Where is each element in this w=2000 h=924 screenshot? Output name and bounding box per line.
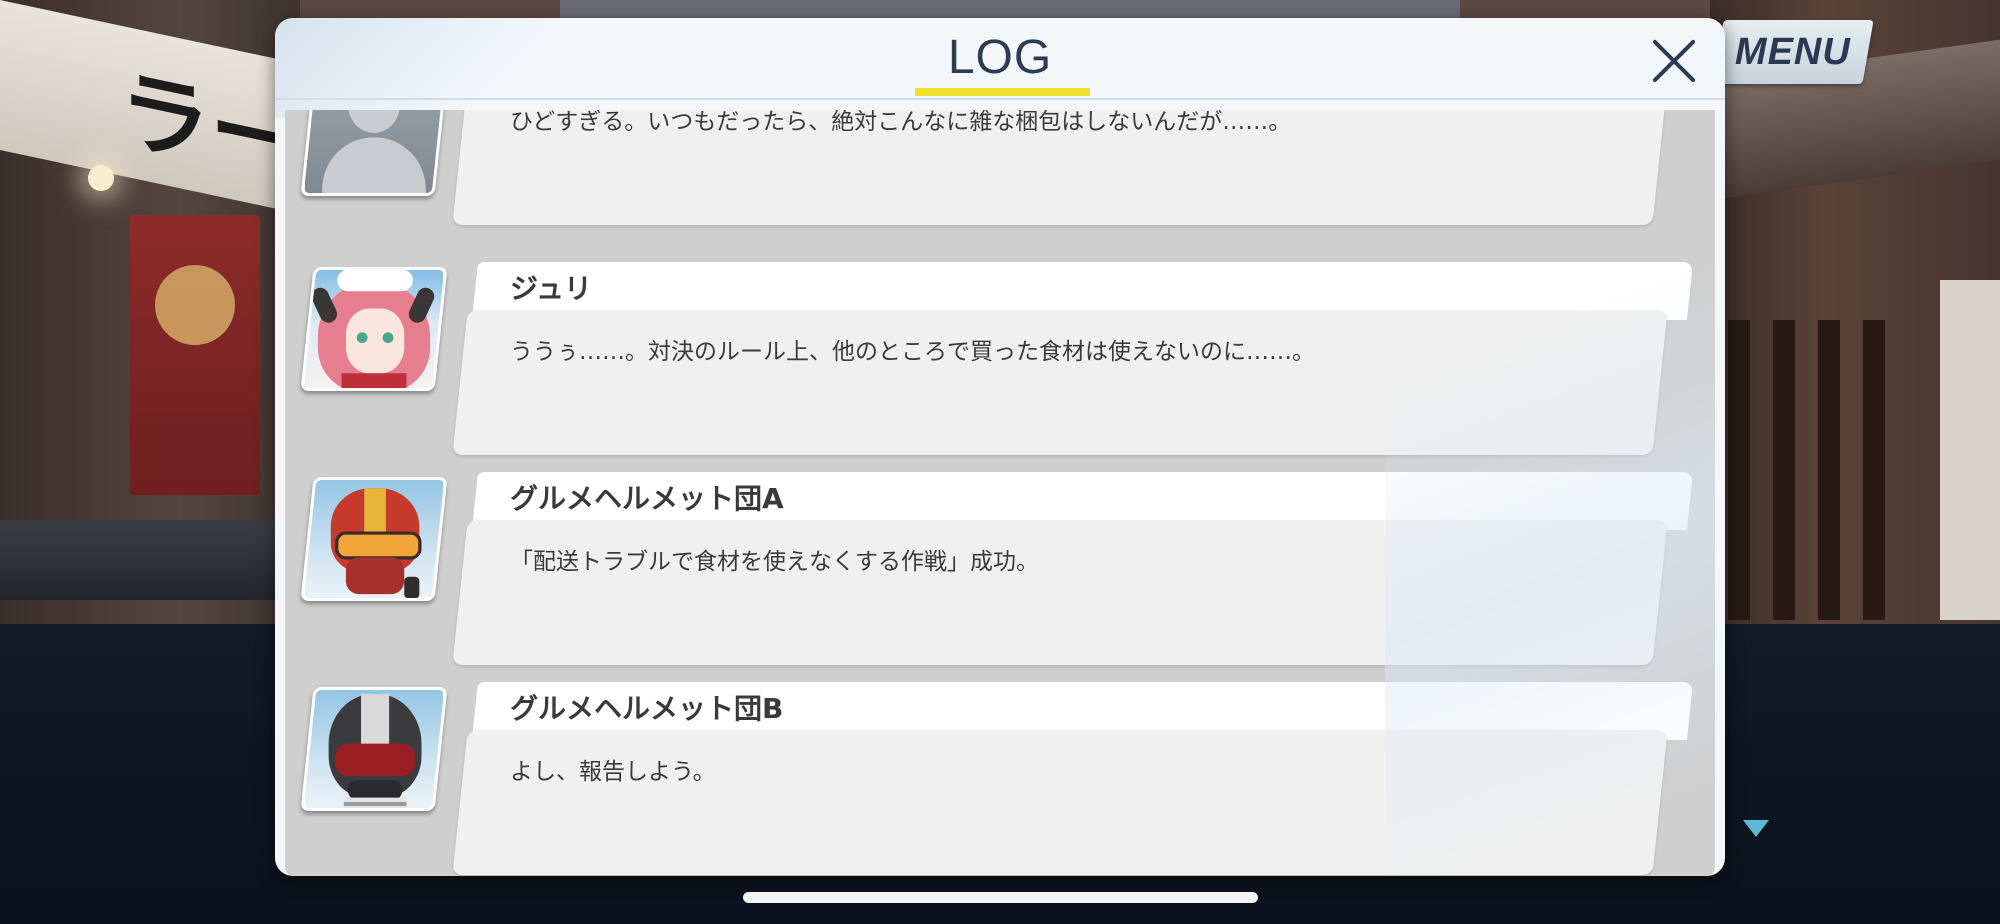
menu-button[interactable]: MENU	[1712, 20, 1874, 84]
message-text: 「配送トラブルで食材を使えなくする作戦」成功。	[510, 549, 1039, 575]
title-underline	[915, 88, 1090, 96]
log-entry: グルメヘルメット団A 「配送トラブルで食材を使えなくする作戦」成功。	[285, 472, 1715, 672]
avatar	[300, 267, 448, 391]
log-entry: ジュリ ううぅ……。対決のルール上、他のところで買った食材は使えないのに……。	[285, 262, 1715, 462]
avatar	[300, 110, 448, 196]
advance-arrow-icon[interactable]	[1743, 820, 1769, 837]
speaker-name: グルメヘルメット団B	[510, 692, 784, 725]
close-icon[interactable]	[1643, 30, 1705, 92]
avatar	[300, 477, 448, 601]
home-indicator[interactable]	[743, 892, 1258, 903]
message-text: ううぅ……。対決のルール上、他のところで買った食材は使えないのに……。	[510, 339, 1315, 365]
log-entry: グルメヘルメット団B よし、報告しよう。	[285, 682, 1715, 876]
juri-portrait	[304, 267, 444, 391]
speaker-name: グルメヘルメット団A	[510, 482, 784, 515]
log-panel: LOG ひどすぎる。いつもだったら、絶対こんなに雑な梱包はしないんだが……。 ジ…	[275, 18, 1725, 876]
log-header: LOG	[275, 18, 1725, 100]
speaker-name: ジュリ	[510, 272, 593, 305]
gourmet-helmet-b-portrait	[304, 687, 444, 811]
menu-button-label: MENU	[1735, 30, 1851, 73]
avatar	[300, 687, 448, 811]
log-entry: ひどすぎる。いつもだったら、絶対こんなに雑な梱包はしないんだが……。	[285, 110, 1715, 232]
message-text: ひどすぎる。いつもだったら、絶対こんなに雑な梱包はしないんだが……。	[510, 110, 1292, 135]
log-list[interactable]: ひどすぎる。いつもだったら、絶対こんなに雑な梱包はしないんだが……。 ジュリ う…	[285, 110, 1715, 876]
message-text: よし、報告しよう。	[510, 759, 716, 785]
placeholder-silhouette-icon	[304, 110, 444, 196]
log-title: LOG	[947, 31, 1053, 84]
gourmet-helmet-a-portrait	[304, 477, 444, 601]
